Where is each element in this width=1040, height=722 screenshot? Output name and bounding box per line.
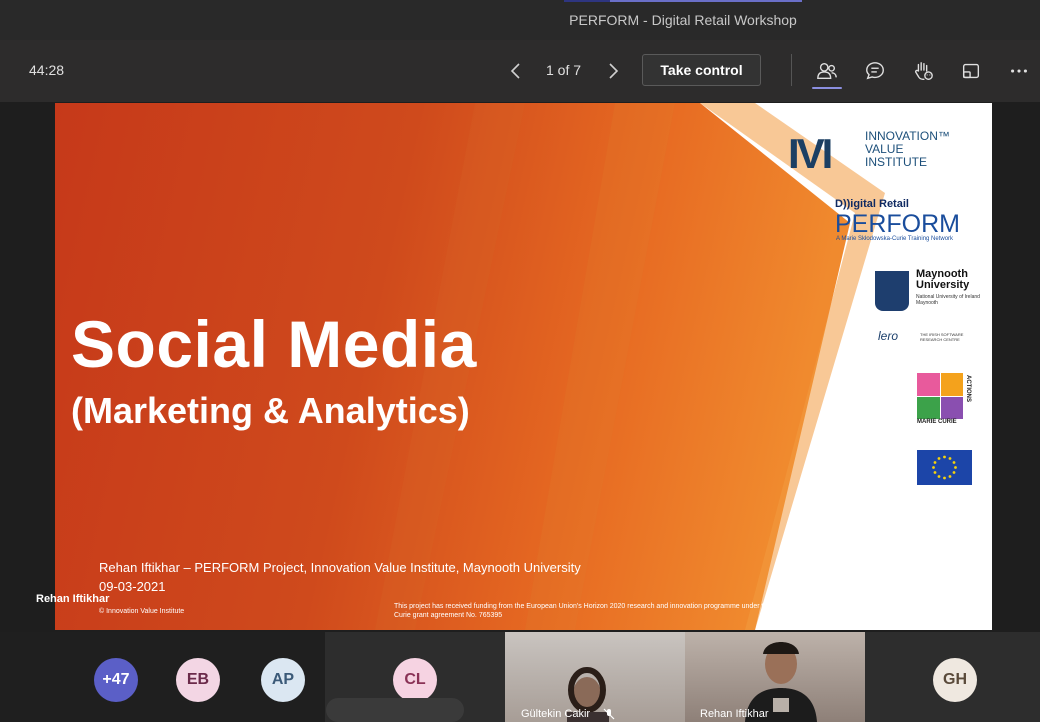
overflow-count-avatar[interactable]: +47 bbox=[94, 658, 138, 702]
lero-subtext: THE IRISH SOFTWARE RESEARCH CENTRE bbox=[920, 332, 964, 342]
shared-content-stage: IVI INNOVATION™ VALUE INSTITUTE D))igita… bbox=[0, 102, 1040, 632]
participant-tile[interactable]: EB bbox=[158, 632, 241, 722]
participant-name: Gültekin Cakir bbox=[521, 708, 591, 720]
mc-tile-orange bbox=[940, 373, 963, 396]
participant-strip: +47 EB AP CL Gültekin Cakir Rehan Iftikh… bbox=[0, 632, 1040, 722]
avatar: CL bbox=[393, 658, 437, 702]
ivi-logo-text: INNOVATION™ VALUE INSTITUTE bbox=[865, 130, 950, 169]
slide-funding-note: This project has received funding from t… bbox=[394, 603, 833, 619]
participant-tile[interactable]: +47 bbox=[0, 632, 158, 722]
maynooth-line-2: University bbox=[916, 279, 970, 291]
take-control-button[interactable]: Take control bbox=[642, 54, 761, 86]
marie-curie-logo bbox=[917, 373, 963, 419]
window-title: PERFORM - Digital Retail Workshop bbox=[569, 12, 797, 28]
maynooth-logo-text: Maynooth University bbox=[916, 269, 969, 291]
participant-video-tile[interactable]: Gültekin Cakir bbox=[505, 632, 685, 722]
participant-video-tile[interactable]: Rehan Iftikhar bbox=[685, 632, 865, 722]
slide-page-indicator: 1 of 7 bbox=[546, 62, 582, 78]
participant-name: Rehan Iftikhar bbox=[700, 708, 769, 720]
chat-button[interactable] bbox=[860, 57, 890, 85]
eu-flag-icon bbox=[917, 450, 972, 485]
perform-logo-subtitle: A Marie Skłodowska-Curie Training Networ… bbox=[836, 236, 954, 242]
presenter-name-label: Rehan Iftikhar bbox=[36, 593, 110, 605]
next-slide-button[interactable] bbox=[601, 59, 625, 83]
maynooth-subtext: National University of Ireland Maynooth bbox=[916, 294, 980, 306]
ivi-text-line-3: INSTITUTE bbox=[865, 155, 927, 169]
slide-author-line: Rehan Iftikhar – PERFORM Project, Innova… bbox=[99, 560, 581, 575]
participant-tile[interactable]: AP bbox=[241, 632, 325, 722]
previous-slide-button[interactable] bbox=[504, 59, 528, 83]
raise-hand-icon bbox=[914, 62, 933, 80]
maynooth-crest-icon bbox=[875, 271, 909, 311]
title-bar: PERFORM - Digital Retail Workshop bbox=[0, 0, 1040, 40]
participants-button[interactable] bbox=[812, 57, 842, 85]
perform-logo-small: D))igital Retail bbox=[835, 198, 909, 210]
share-screen-button[interactable] bbox=[956, 57, 986, 85]
more-icon bbox=[1011, 69, 1027, 73]
avatar: AP bbox=[261, 658, 305, 702]
slide-copyright: © Innovation Value Institute bbox=[99, 608, 185, 615]
mc-tile-green bbox=[917, 396, 940, 419]
ivi-logo-mark: IVI bbox=[788, 130, 833, 177]
slide-subtitle: (Marketing & Analytics) bbox=[71, 390, 470, 431]
marie-curie-actions-label: ACTIONS bbox=[965, 375, 971, 402]
meeting-toolbar: 44:28 1 of 7 Take control bbox=[0, 40, 1040, 102]
marie-curie-label: MARIE CURIE bbox=[917, 419, 957, 425]
mc-tile-purple bbox=[940, 396, 963, 419]
tab-accent-bar-dark bbox=[564, 0, 610, 2]
mc-tile-pink bbox=[917, 373, 940, 396]
presentation-slide: IVI INNOVATION™ VALUE INSTITUTE D))igita… bbox=[55, 103, 992, 630]
redacted-name-bar bbox=[326, 698, 464, 722]
mic-muted-icon bbox=[603, 708, 615, 720]
chat-icon bbox=[866, 62, 884, 80]
share-screen-icon bbox=[962, 63, 980, 79]
chevron-right-icon bbox=[609, 63, 619, 79]
toolbar-divider bbox=[791, 54, 792, 86]
more-options-button[interactable] bbox=[1004, 57, 1034, 85]
participants-active-indicator bbox=[812, 87, 842, 89]
avatar: GH bbox=[933, 658, 977, 702]
meeting-timer: 44:28 bbox=[29, 62, 65, 78]
chevron-left-icon bbox=[510, 63, 520, 79]
perform-logo: PERFORM bbox=[835, 210, 960, 238]
slide-title: Social Media bbox=[71, 307, 477, 381]
people-icon bbox=[817, 62, 837, 80]
raise-hand-button[interactable] bbox=[908, 57, 938, 85]
avatar: EB bbox=[176, 658, 220, 702]
slide-date: 09-03-2021 bbox=[99, 579, 166, 594]
participant-tile[interactable]: GH bbox=[865, 632, 1040, 722]
lero-logo: lero bbox=[878, 329, 899, 343]
